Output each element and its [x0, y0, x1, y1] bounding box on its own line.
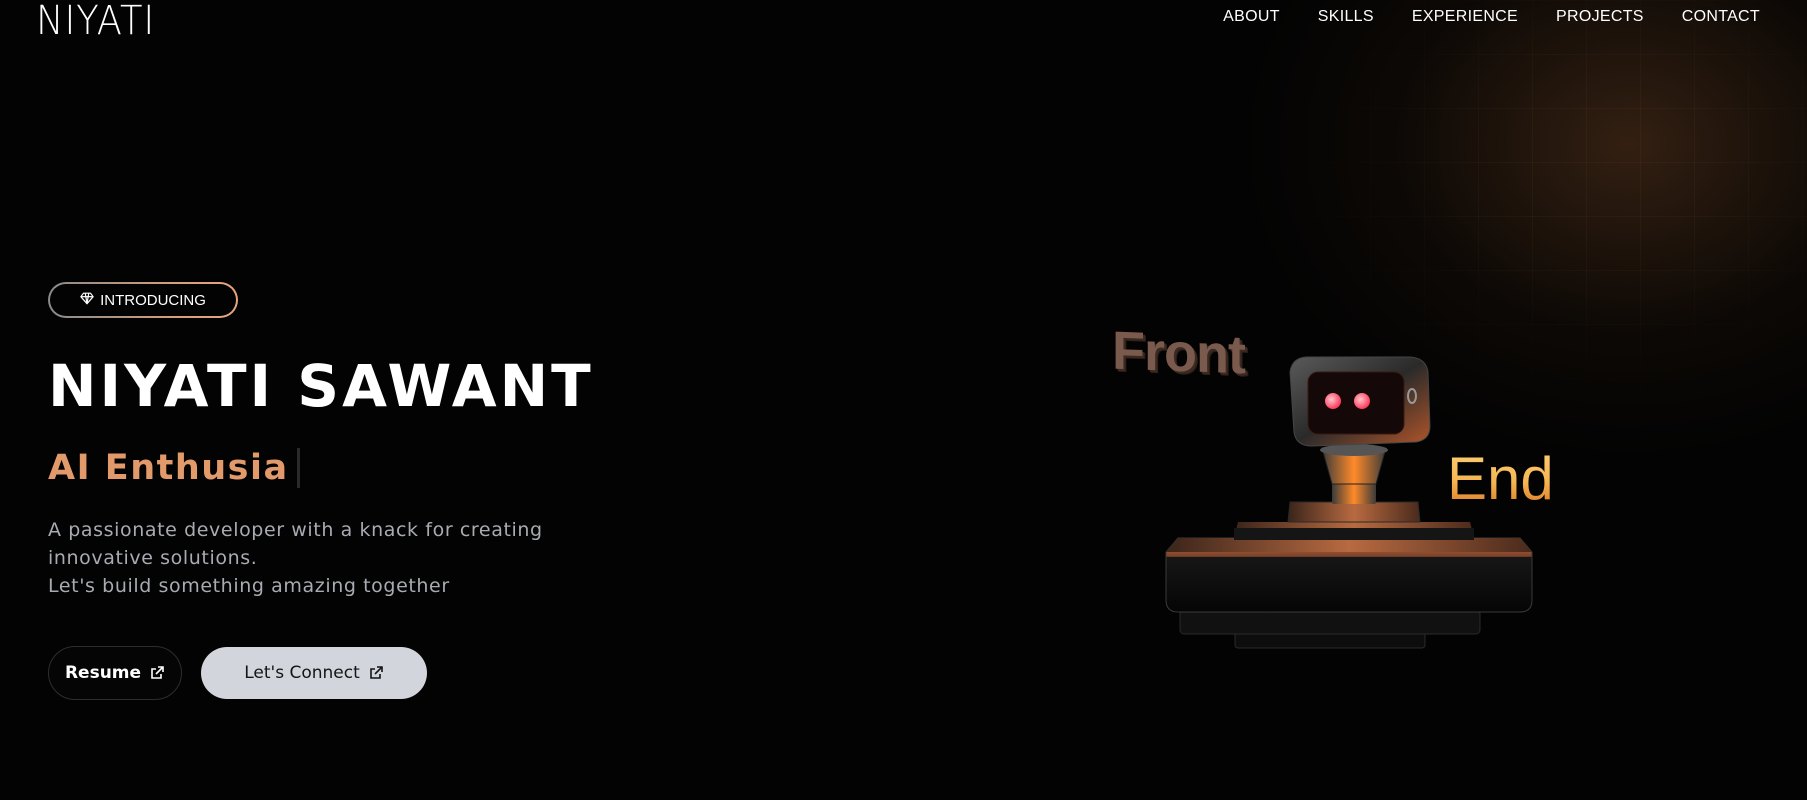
description-line: innovative solutions. — [48, 547, 258, 569]
gem-icon — [80, 291, 94, 309]
description-line: A passionate developer with a knack for … — [48, 519, 543, 541]
badge-label: INTRODUCING — [100, 291, 206, 309]
lets-connect-button-label: Let's Connect — [244, 663, 360, 683]
hero-name: NIYATI SAWANT — [48, 352, 594, 420]
nav-skills[interactable]: SKILLS — [1318, 8, 1374, 26]
hero-description: A passionate developer with a knack for … — [48, 516, 568, 600]
description-line: Let's build something amazing together — [48, 575, 450, 597]
nav-about[interactable]: ABOUT — [1223, 8, 1280, 26]
lets-connect-button[interactable]: Let's Connect — [201, 647, 427, 699]
nav-experience[interactable]: EXPERIENCE — [1412, 8, 1518, 26]
introducing-badge: INTRODUCING — [48, 282, 238, 318]
external-link-icon — [369, 666, 383, 679]
nav-contact[interactable]: CONTACT — [1682, 8, 1760, 26]
nav-projects[interactable]: PROJECTS — [1556, 8, 1644, 26]
typed-role-text: AI Enthusia — [48, 448, 289, 488]
robot-3d-illustration — [1165, 356, 1533, 649]
site-logo[interactable]: NIYATI — [36, 0, 155, 44]
resume-button[interactable]: Resume — [48, 646, 182, 700]
typing-cursor — [296, 448, 300, 488]
typed-role: AI Enthusia — [48, 448, 300, 488]
external-link-icon — [151, 666, 164, 679]
resume-button-label: Resume — [64, 663, 142, 683]
main-nav: ABOUT SKILLS EXPERIENCE PROJECTS CONTACT — [1223, 8, 1760, 26]
